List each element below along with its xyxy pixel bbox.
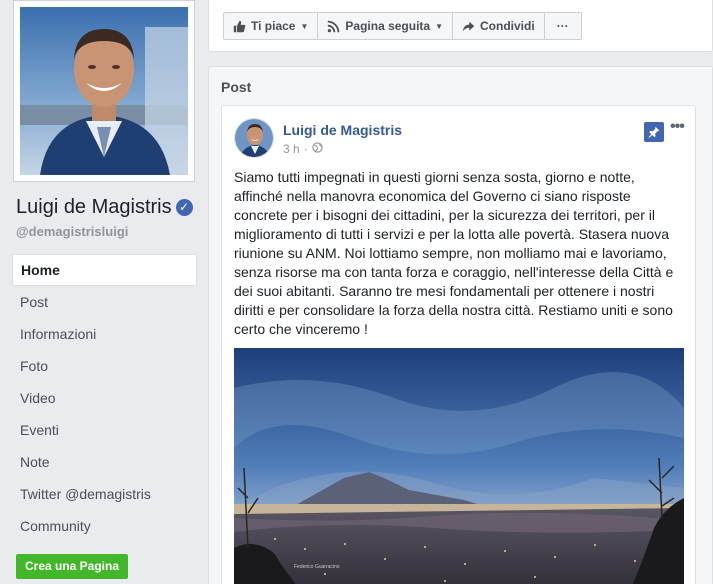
nav-item-note[interactable]: Note [12, 446, 197, 478]
post-body-line: senza risorse ma con tanta forza e corag… [234, 264, 674, 280]
post-options-icon[interactable]: ••• [670, 118, 685, 136]
like-label: Ti piace [251, 19, 296, 33]
follow-button[interactable]: Pagina seguita ▼ [317, 12, 454, 40]
globe-icon [312, 142, 323, 156]
post-body-line: certo che vinceremo ! [234, 321, 368, 337]
share-button[interactable]: Condividi [452, 12, 545, 40]
page-actions-bar: Ti piace ▼ Pagina seguita ▼ Condividi ··… [208, 0, 713, 52]
more-icon: ··· [556, 19, 569, 33]
posts-section: Post Luigi de Magistris 3 h · ••• Siamo … [208, 66, 713, 584]
post-body-line: dei suoi abitanti. Saranno tre mesi fond… [234, 283, 655, 299]
posts-section-title: Post [221, 79, 252, 95]
photo-credit: Federico Guarracino [294, 564, 340, 570]
nav-item-informazioni[interactable]: Informazioni [12, 318, 197, 350]
nav-item-foto[interactable]: Foto [12, 350, 197, 382]
page-username[interactable]: @demagistrisluigi [16, 224, 128, 239]
pinned-post: Luigi de Magistris 3 h · ••• Siamo tutti… [221, 105, 696, 584]
share-label: Condividi [480, 19, 535, 33]
post-body-line: affinché nella manovra economica del Gov… [234, 188, 631, 204]
post-photo[interactable]: Federico Guarracino [234, 348, 684, 584]
naples-panorama-image: Federico Guarracino [234, 348, 684, 584]
pinned-post-icon[interactable] [644, 122, 664, 142]
follow-label: Pagina seguita [345, 19, 431, 33]
nav-item-post[interactable]: Post [12, 286, 197, 318]
post-timestamp[interactable]: 3 h [283, 142, 300, 156]
nav-item-video[interactable]: Video [12, 382, 197, 414]
chevron-down-icon: ▼ [300, 21, 309, 31]
thumbs-up-icon [233, 20, 246, 33]
nav-item-eventi[interactable]: Eventi [12, 414, 197, 446]
more-actions-button[interactable]: ··· [543, 12, 582, 40]
nav-item-community[interactable]: Community [12, 510, 197, 542]
author-avatar[interactable] [234, 118, 274, 158]
chevron-down-icon: ▼ [435, 21, 444, 31]
verified-badge-icon: ✓ [175, 199, 193, 216]
post-body-line: diritti e per consolidare la forza della… [234, 302, 673, 318]
nav-item-home[interactable]: Home [12, 254, 197, 286]
page-name-text: Luigi de Magistris [16, 196, 172, 218]
rss-follow-icon [327, 20, 340, 33]
post-meta: 3 h · [283, 142, 323, 156]
left-column: Luigi de Magistris ✓ @demagistrisluigi Ho… [0, 0, 208, 584]
post-body-line: Siamo tutti impegnati in questi giorni s… [234, 169, 635, 185]
profile-picture[interactable] [20, 7, 188, 175]
profile-photo-illustration [20, 7, 188, 175]
post-body-line: miglioramento di tutti i servizi e per l… [234, 226, 669, 242]
page-title: Luigi de Magistris ✓ [16, 196, 193, 219]
post-body: Siamo tutti impegnati in questi giorni s… [234, 168, 689, 339]
post-author-name[interactable]: Luigi de Magistris [283, 122, 402, 138]
like-button[interactable]: Ti piace ▼ [223, 12, 319, 40]
share-arrow-icon [462, 20, 475, 33]
meta-separator: · [303, 142, 308, 156]
page-actions-group: Ti piace ▼ Pagina seguita ▼ Condividi ··… [223, 12, 582, 40]
page-nav: Home Post Informazioni Foto Video Eventi… [12, 254, 197, 542]
create-page-button[interactable]: Crea una Pagina [16, 554, 128, 579]
post-body-line: concrete per i bisogni dei cittadini, pe… [234, 207, 655, 223]
nav-item-twitter[interactable]: Twitter @demagistris [12, 478, 197, 510]
profile-picture-frame[interactable] [13, 0, 195, 182]
post-body-line: riunione su ANM. Noi lottiamo sempre, no… [234, 245, 667, 261]
